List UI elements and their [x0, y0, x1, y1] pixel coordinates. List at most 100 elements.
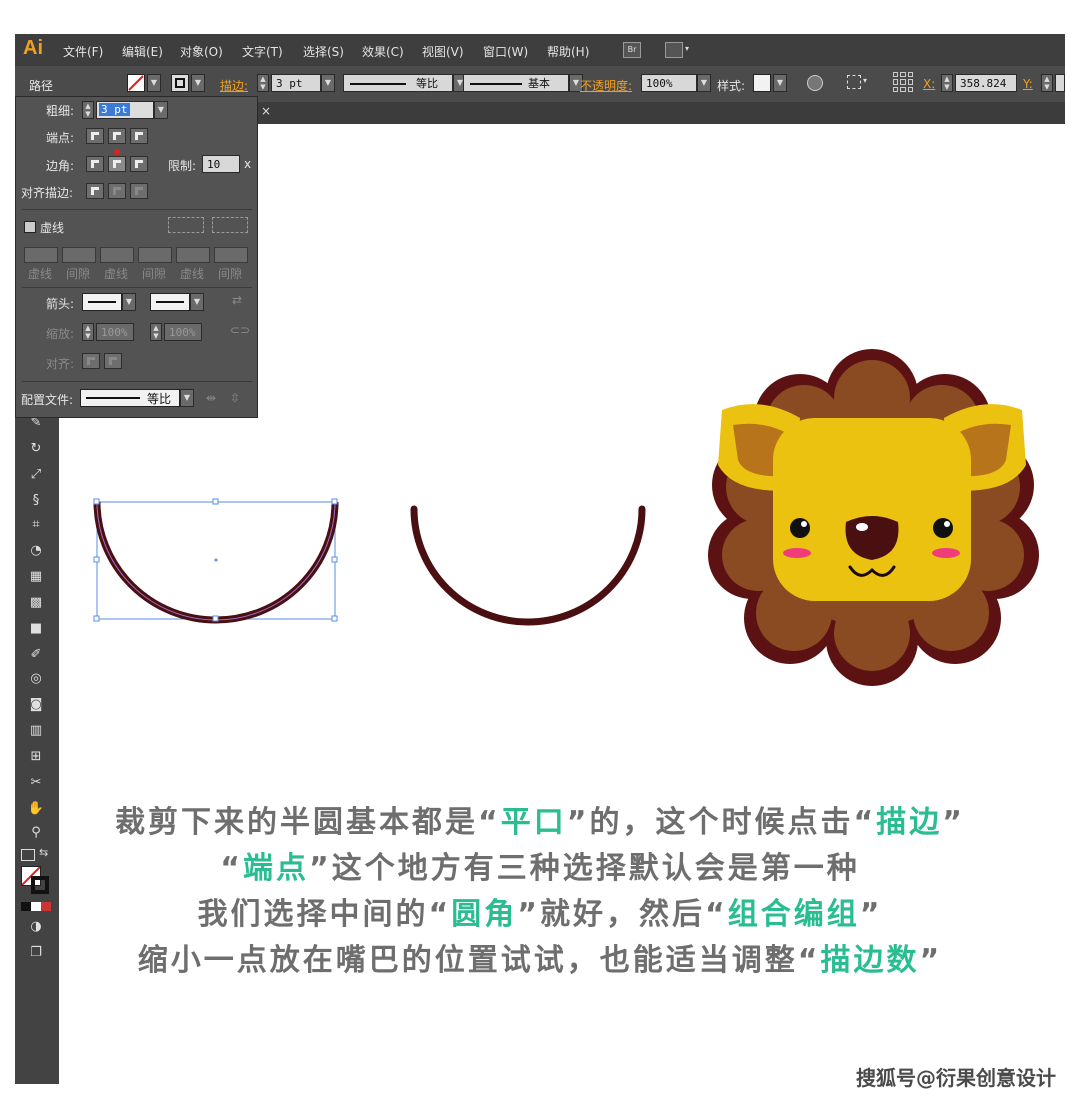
butt-cap-button[interactable]: [86, 128, 104, 144]
gap-1-input[interactable]: [62, 247, 96, 263]
menu-effect[interactable]: 效果(C): [362, 43, 404, 60]
menu-file[interactable]: 文件(F): [63, 43, 103, 60]
align-outside-button[interactable]: [130, 183, 148, 199]
stroke-swatch[interactable]: [171, 74, 189, 92]
align-center-button[interactable]: [86, 183, 104, 199]
swap-arrows-icon[interactable]: ⇄: [232, 293, 242, 307]
weight-stepper[interactable]: ▲ ▼: [82, 101, 94, 119]
end-arrowhead-dropdown[interactable]: ▼: [190, 293, 204, 311]
style-label: 样式:: [717, 79, 746, 93]
x-input[interactable]: 358.824: [955, 74, 1017, 92]
dash-2-input[interactable]: [100, 247, 134, 263]
gap-3-input[interactable]: [214, 247, 248, 263]
menu-help[interactable]: 帮助(H): [547, 43, 589, 60]
none-swatch-icon: [128, 75, 144, 91]
end-arrowhead-select[interactable]: [150, 293, 190, 311]
stroke-weight-stepper[interactable]: ▲ ▼: [257, 74, 269, 92]
free-transform-icon[interactable]: ⌗: [25, 516, 47, 534]
stroke-weight-dropdown[interactable]: ▼: [321, 74, 335, 92]
opacity-dropdown[interactable]: ▼: [697, 74, 711, 92]
weight-label: 粗细:: [46, 104, 75, 118]
x-stepper[interactable]: ▲ ▼: [941, 74, 953, 92]
rounded-half-circle: [410, 505, 646, 626]
weight-input[interactable]: 3 pt: [96, 101, 154, 119]
stroke-weight-input[interactable]: 3 pt: [271, 74, 321, 92]
align-dash-button[interactable]: [212, 217, 248, 233]
dash-3-input[interactable]: [176, 247, 210, 263]
start-arrowhead-dropdown[interactable]: ▼: [122, 293, 136, 311]
menu-object[interactable]: 对象(O): [180, 43, 223, 60]
corner-label: 边角:: [46, 159, 75, 173]
preserve-dash-button[interactable]: [168, 217, 204, 233]
projecting-cap-button[interactable]: [130, 128, 148, 144]
gap-3-label: 间隙: [218, 267, 243, 281]
limit-input[interactable]: 10: [202, 155, 240, 173]
divider: [22, 287, 252, 288]
weight-dropdown[interactable]: ▼: [154, 101, 168, 119]
miter-join-button[interactable]: [86, 156, 104, 172]
rotate-icon[interactable]: ↻: [25, 440, 47, 458]
limit-unit: x: [244, 157, 252, 171]
menu-edit[interactable]: 编辑(E): [122, 43, 163, 60]
bridge-button[interactable]: Br: [623, 42, 641, 58]
graph-icon[interactable]: ▥: [25, 722, 47, 740]
dash-1-input[interactable]: [24, 247, 58, 263]
y-stepper[interactable]: ▲ ▼: [1041, 74, 1053, 92]
warp-icon[interactable]: §: [25, 492, 47, 510]
align-to-selection-icon[interactable]: [847, 75, 861, 89]
gap-1-label: 间隙: [66, 267, 91, 281]
lion-illustration: [708, 349, 1039, 686]
caption-line-4: 缩小一点放在嘴巴的位置试试，也能适当调整“描边数”: [137, 943, 943, 978]
object-type-label: 路径: [29, 79, 54, 93]
align-stroke-label: 对齐描边:: [21, 186, 74, 200]
x-label[interactable]: X:: [923, 77, 935, 91]
selected-half-circle[interactable]: [93, 498, 339, 624]
round-join-button[interactable]: [108, 156, 126, 172]
slice-icon[interactable]: ✂: [25, 774, 47, 792]
menu-view[interactable]: 视图(V): [422, 43, 464, 60]
opacity-link[interactable]: 不透明度:: [580, 77, 632, 94]
symbol-sprayer-icon[interactable]: ◙: [25, 696, 47, 714]
recolor-artwork-icon[interactable]: [807, 75, 823, 91]
style-swatch[interactable]: [753, 74, 771, 92]
fill-dropdown[interactable]: ▼: [147, 74, 161, 92]
shape-builder-icon[interactable]: ◔: [25, 542, 47, 560]
variable-width-profile[interactable]: 等比: [343, 74, 453, 92]
dashed-label: 虚线: [40, 221, 65, 235]
arrange-documents-icon[interactable]: [665, 42, 683, 58]
close-icon[interactable]: ×: [261, 104, 271, 118]
style-dropdown[interactable]: ▼: [773, 74, 787, 92]
divider: [22, 209, 252, 210]
menu-type[interactable]: 文字(T): [242, 43, 283, 60]
caption-line-2: “端点”这个地方有三种选择默认会是第一种: [220, 851, 860, 886]
cap-label: 端点:: [46, 131, 75, 145]
artboard-icon[interactable]: ⊞: [25, 748, 47, 766]
perspective-icon[interactable]: ▦: [25, 568, 47, 586]
dashed-checkbox[interactable]: [24, 221, 36, 233]
watermark: 搜狐号@衍果创意设计: [856, 1066, 1056, 1090]
bevel-join-button[interactable]: [130, 156, 148, 172]
scale-icon[interactable]: ⤢: [25, 466, 47, 484]
stroke-dropdown[interactable]: ▼: [191, 74, 205, 92]
brush-definition[interactable]: 基本: [463, 74, 569, 92]
y-label[interactable]: Y:: [1023, 77, 1033, 91]
chevron-down-icon[interactable]: ▾: [685, 44, 689, 53]
gap-2-input[interactable]: [138, 247, 172, 263]
y-input[interactable]: [1055, 74, 1065, 92]
chevron-down-icon[interactable]: ▾: [863, 76, 867, 85]
mesh-icon[interactable]: ▩: [25, 594, 47, 612]
round-cap-button[interactable]: [108, 128, 126, 144]
gradient-icon[interactable]: ■: [25, 620, 47, 638]
align-inside-button[interactable]: [108, 183, 126, 199]
eyedropper-icon[interactable]: ✐: [25, 646, 47, 664]
arrowhead-label: 箭头:: [46, 297, 75, 311]
fill-swatch[interactable]: [127, 74, 145, 92]
blend-icon[interactable]: ◎: [25, 670, 47, 688]
menu-window[interactable]: 窗口(W): [483, 43, 528, 60]
menu-select[interactable]: 选择(S): [303, 43, 344, 60]
opacity-input[interactable]: 100%: [641, 74, 697, 92]
gap-2-label: 间隙: [142, 267, 167, 281]
start-arrowhead-select[interactable]: [82, 293, 122, 311]
reference-point-icon[interactable]: [893, 72, 913, 92]
stroke-link[interactable]: 描边:: [220, 77, 248, 94]
